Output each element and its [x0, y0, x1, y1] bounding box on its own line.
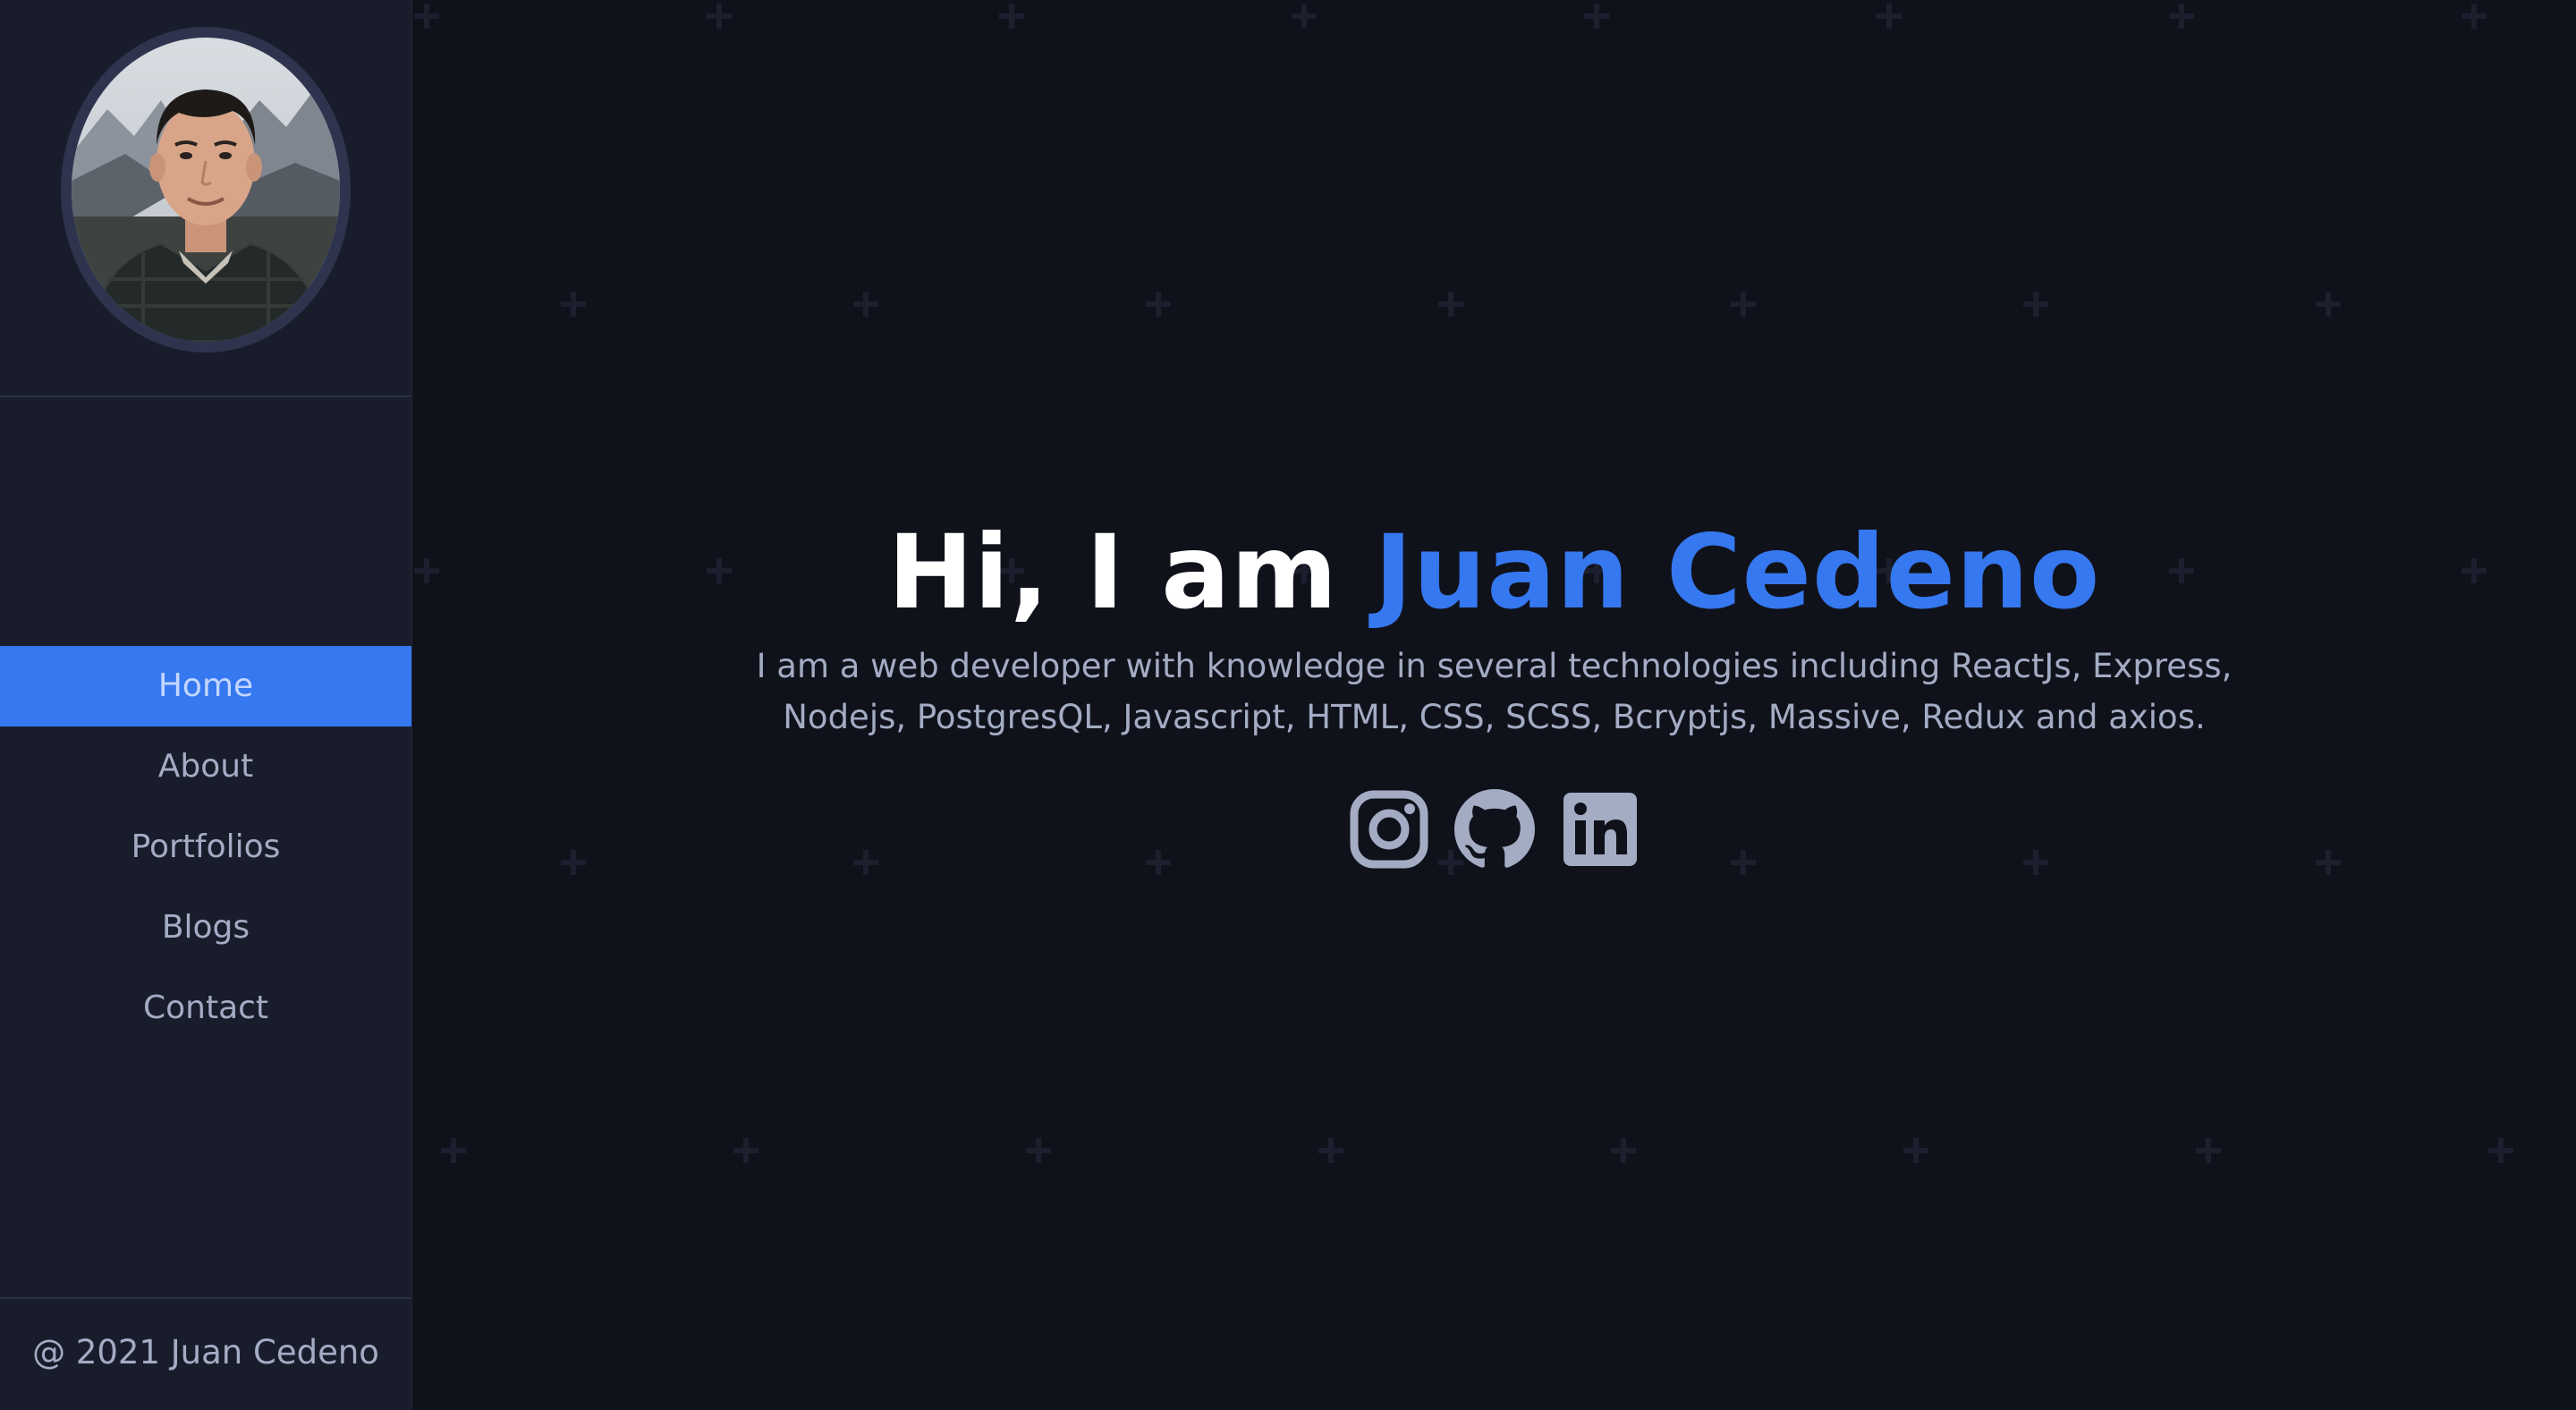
social-links [412, 789, 2576, 870]
plus-mark [2179, 4, 2184, 29]
hero-title: Hi, I am Juan Cedeno [412, 510, 2576, 635]
plus-mark [1328, 1138, 1334, 1163]
sidebar-divider [0, 395, 411, 397]
avatar [72, 38, 340, 342]
plus-mark [863, 292, 869, 317]
nav-item-home[interactable]: Home [0, 646, 411, 726]
plus-mark [1448, 292, 1453, 317]
hero: Hi, I am Juan Cedeno I am a web develope… [412, 510, 2576, 870]
plus-mark [1009, 4, 1014, 29]
hero-description: I am a web developer with knowledge in s… [756, 647, 2233, 736]
github-icon [1453, 789, 1535, 868]
plus-mark [1156, 292, 1161, 317]
portfolio-page: Home About Portfolios Blogs Contact @ 20… [0, 0, 2576, 1410]
nav-item-label: Home [157, 667, 254, 704]
nav-item-about[interactable]: About [0, 726, 411, 807]
plus-mark [1741, 292, 1746, 317]
nav-item-label: Contact [142, 990, 269, 1026]
plus-mark [1594, 4, 1599, 29]
sidebar: Home About Portfolios Blogs Contact @ 20… [0, 0, 412, 1410]
hero-greeting: Hi, I am [887, 513, 1338, 632]
plus-mark [2206, 1138, 2211, 1163]
instagram-icon [1350, 790, 1428, 869]
plus-mark [2033, 292, 2038, 317]
plus-mark [2471, 4, 2477, 29]
linkedin-icon [1563, 793, 1637, 866]
nav-item-label: Portfolios [131, 828, 281, 865]
linkedin-link[interactable] [1560, 789, 1640, 870]
plus-mark [716, 4, 722, 29]
plus-mark [1621, 1138, 1626, 1163]
instagram-link[interactable] [1349, 789, 1429, 870]
plus-mark [743, 1138, 749, 1163]
plus-mark [424, 4, 429, 29]
copyright: @ 2021 Juan Cedeno [32, 1333, 379, 1372]
github-link[interactable] [1453, 789, 1535, 870]
avatar-frame [61, 27, 351, 352]
plus-mark [571, 292, 576, 317]
plus-mark [1886, 4, 1892, 29]
plus-mark [1301, 4, 1307, 29]
plus-mark [1036, 1138, 1041, 1163]
plus-mark [1913, 1138, 1919, 1163]
main-content: Hi, I am Juan Cedeno I am a web develope… [412, 0, 2576, 1410]
nav-item-label: Blogs [161, 909, 250, 946]
plus-mark [2326, 292, 2331, 317]
plus-mark [2498, 1138, 2504, 1163]
main-nav: Home About Portfolios Blogs Contact [0, 646, 411, 1049]
sidebar-divider [0, 1297, 411, 1299]
nav-item-contact[interactable]: Contact [0, 968, 411, 1049]
nav-item-portfolios[interactable]: Portfolios [0, 807, 411, 888]
nav-item-blogs[interactable]: Blogs [0, 888, 411, 968]
plus-mark [451, 1138, 456, 1163]
nav-item-label: About [157, 748, 254, 785]
avatar-photo [72, 38, 340, 342]
hero-name: Juan Cedeno [1374, 513, 2101, 632]
